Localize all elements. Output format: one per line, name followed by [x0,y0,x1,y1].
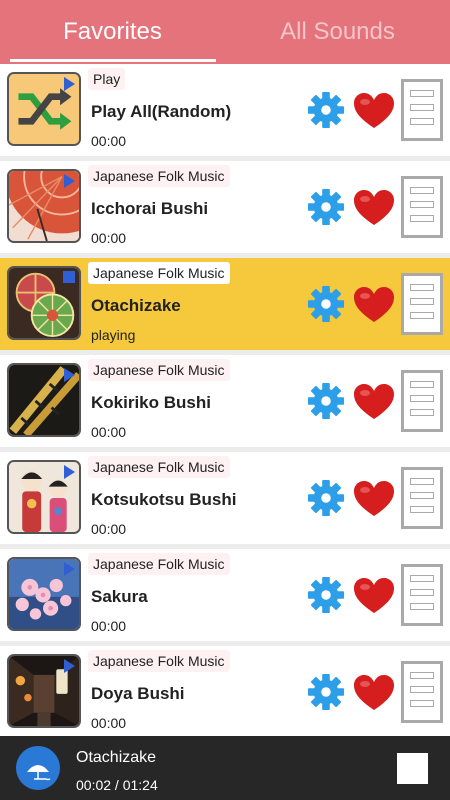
track-time: 00:00 [91,715,127,731]
track-time: 00:00 [91,521,127,537]
category-label: Play [88,68,126,90]
heart-icon[interactable] [353,92,395,130]
heart-icon[interactable] [353,383,395,421]
sakura-thumbnail[interactable] [7,557,81,631]
heart-icon[interactable] [353,189,395,227]
heart-icon[interactable] [353,286,395,324]
gear-icon[interactable] [307,576,345,614]
track-title: Icchorai Bushi [91,199,209,218]
track-title: Otachizake [91,296,181,315]
gear-icon[interactable] [307,188,345,226]
gear-icon[interactable] [307,91,345,129]
track-time: 00:00 [91,230,127,246]
tab-bar: Favorites All Sounds [0,0,450,64]
kokeshi-thumbnail[interactable] [7,460,81,534]
category-label: Japanese Folk Music [88,650,230,672]
category-label: Japanese Folk Music [88,553,230,575]
track-time: 00:00 [91,424,127,440]
umbrella-thumbnail[interactable] [7,169,81,243]
list-item[interactable]: Play Play All(Random) 00:00 [0,64,450,156]
heart-icon[interactable] [353,480,395,518]
track-title: Doya Bushi [91,684,185,703]
category-label: Japanese Folk Music [88,262,230,284]
track-time: 00:00 [91,618,127,634]
stop-button[interactable] [397,753,428,784]
list-item[interactable]: Japanese Folk Music Doya Bushi 00:00 [0,646,450,736]
temari-thumbnail[interactable] [7,266,81,340]
play-badge-icon [64,77,75,91]
now-playing-bar: Otachizake 00:02 / 01:24 [0,736,450,800]
track-time: 00:00 [91,133,127,149]
gear-icon[interactable] [307,673,345,711]
tab-favorites[interactable]: Favorites [0,0,225,64]
track-title: Sakura [91,587,148,606]
gear-icon[interactable] [307,382,345,420]
play-badge-icon [64,465,75,479]
play-badge-icon [64,659,75,673]
lyrics-menu-button[interactable] [401,370,443,432]
lyrics-menu-button[interactable] [401,467,443,529]
list-item-playing[interactable]: Japanese Folk Music Otachizake playing [0,258,450,350]
track-status: playing [91,327,136,343]
category-label: Japanese Folk Music [88,165,230,187]
track-title: Play All(Random) [91,102,232,121]
play-badge-icon [64,174,75,188]
track-title: Kokiriko Bushi [91,393,211,412]
lyrics-menu-button[interactable] [401,176,443,238]
gear-icon[interactable] [307,285,345,323]
heart-icon[interactable] [353,577,395,615]
heart-icon[interactable] [353,674,395,712]
tab-all-sounds[interactable]: All Sounds [225,0,450,64]
list-item[interactable]: Japanese Folk Music Kotsukotsu Bushi 00:… [0,452,450,544]
category-label: Japanese Folk Music [88,456,230,478]
category-label: Japanese Folk Music [88,359,230,381]
alley-thumbnail[interactable] [7,654,81,728]
lyrics-menu-button[interactable] [401,273,443,335]
player-track-title: Otachizake [76,749,157,766]
track-title: Kotsukotsu Bushi [91,490,237,509]
gear-icon[interactable] [307,479,345,517]
favorites-list: Play Play All(Random) 00:00 Japanese Fol… [0,64,450,736]
list-item[interactable]: Japanese Folk Music Icchorai Bushi 00:00 [0,161,450,253]
player-time: 00:02 / 01:24 [76,777,158,793]
shuffle-thumbnail[interactable] [7,72,81,146]
active-tab-indicator [10,59,216,62]
wind-chime-icon [27,765,51,781]
play-badge-icon [64,562,75,576]
list-item[interactable]: Japanese Folk Music Sakura 00:00 [0,549,450,641]
lyrics-menu-button[interactable] [401,564,443,626]
play-badge-icon [64,368,75,382]
lyrics-menu-button[interactable] [401,79,443,141]
player-artwork-button[interactable] [16,746,60,790]
stop-badge-icon [63,271,75,283]
list-item[interactable]: Japanese Folk Music Kokiriko Bushi 00:00 [0,355,450,447]
lyrics-menu-button[interactable] [401,661,443,723]
bamboo-thumbnail[interactable] [7,363,81,437]
